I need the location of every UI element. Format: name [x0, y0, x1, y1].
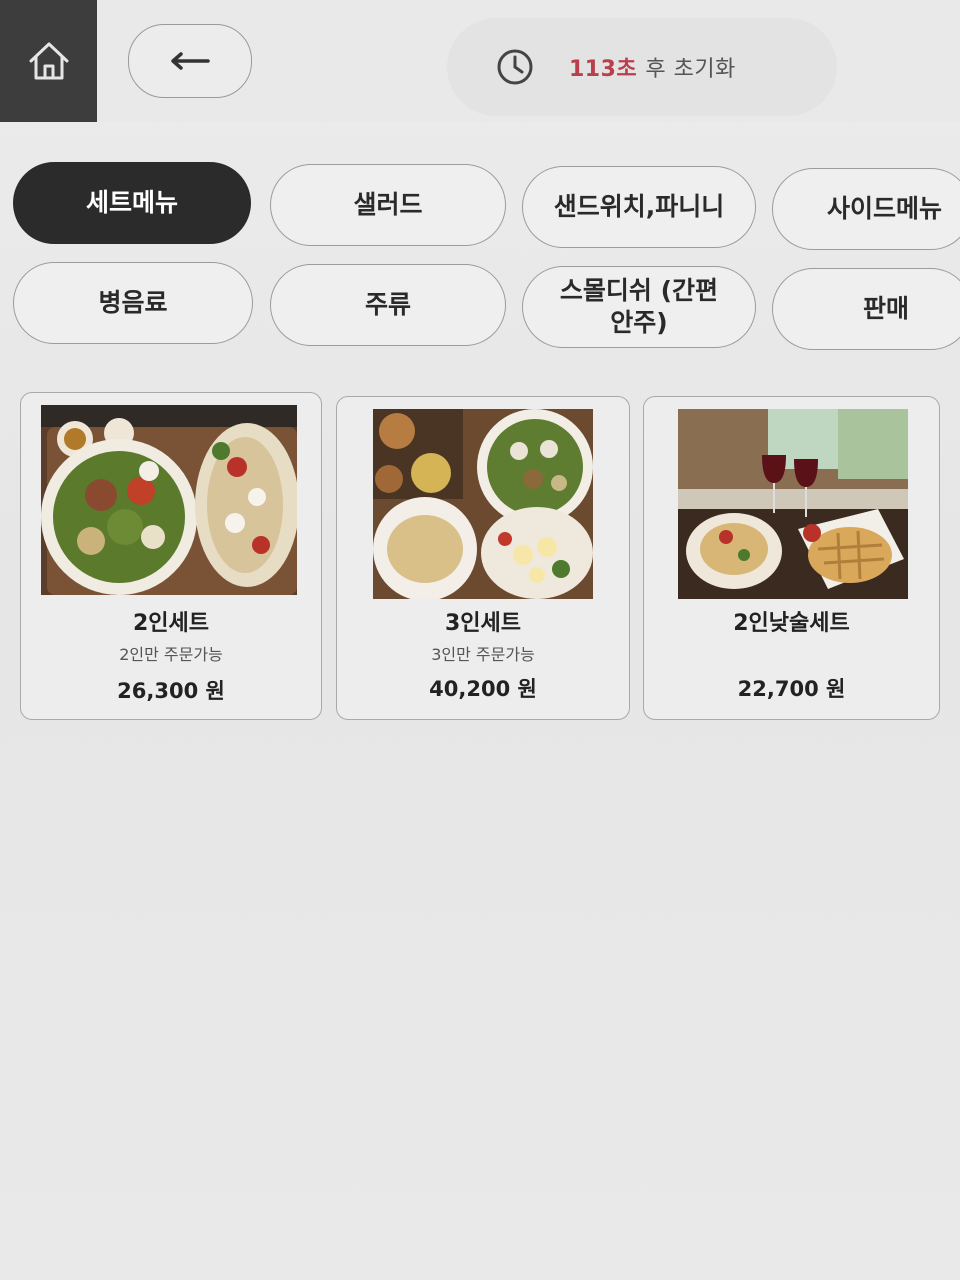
timer-seconds: 113초 — [569, 57, 638, 82]
tab-small-dish[interactable]: 스몰디쉬 (간편안주) — [522, 266, 756, 348]
arrow-left-icon — [171, 52, 210, 70]
back-button[interactable] — [128, 24, 252, 98]
product-name: 2인낮술세트 — [733, 611, 850, 636]
tab-set-menu[interactable]: 세트메뉴 — [13, 162, 251, 244]
reset-timer: 113초 후 초기화 — [447, 18, 837, 116]
home-icon — [29, 42, 68, 80]
product-note: 3인만 주문가능 — [431, 645, 535, 664]
tab-label: 샐러드 — [353, 189, 423, 219]
product-price: 40,200 원 — [429, 677, 537, 701]
timer-text: 113초 후 초기화 — [569, 51, 736, 83]
product-card[interactable]: 2인세트 2인만 주문가능 26,300 원 — [20, 392, 322, 720]
product-card[interactable]: 3인세트 3인만 주문가능 40,200 원 — [336, 396, 630, 720]
tab-label: 세트메뉴 — [85, 187, 178, 217]
tab-sandwich-panini[interactable]: 샌드위치,파니니 — [522, 166, 756, 248]
tab-label: 스몰디쉬 (간편안주) — [559, 275, 719, 338]
product-name: 3인세트 — [444, 611, 522, 636]
category-tabs: 세트메뉴 샐러드 샌드위치,파니니 사이드메뉴 병음료 주류 스몰디쉬 (간편안… — [0, 160, 960, 360]
product-note: 2인만 주문가능 — [119, 645, 223, 664]
product-price: 22,700 원 — [737, 677, 846, 701]
clock-icon — [497, 49, 533, 85]
tab-label: 주류 — [364, 289, 411, 319]
product-image — [678, 409, 908, 599]
tab-for-sale[interactable]: 판매 — [772, 268, 960, 350]
tab-side-menu[interactable]: 사이드메뉴 — [772, 168, 960, 250]
tab-salad[interactable]: 샐러드 — [270, 164, 506, 246]
tab-alcohol[interactable]: 주류 — [270, 264, 506, 346]
product-image — [41, 405, 297, 595]
top-bar: 113초 후 초기화 — [0, 0, 960, 122]
product-price: 26,300 원 — [117, 679, 225, 703]
product-name: 2인세트 — [132, 611, 210, 636]
home-button[interactable] — [0, 0, 97, 122]
product-card[interactable]: 2인낮술세트 22,700 원 — [643, 396, 940, 720]
product-image — [373, 409, 593, 599]
tab-bottled-drinks[interactable]: 병음료 — [13, 262, 253, 344]
tab-label: 사이드메뉴 — [827, 193, 943, 223]
tab-label: 병음료 — [98, 287, 168, 317]
tab-label: 샌드위치,파니니 — [553, 191, 725, 221]
tab-label: 판매 — [863, 293, 910, 323]
timer-suffix: 후 초기화 — [645, 57, 736, 82]
